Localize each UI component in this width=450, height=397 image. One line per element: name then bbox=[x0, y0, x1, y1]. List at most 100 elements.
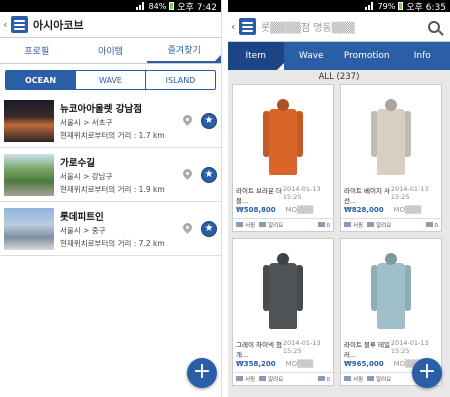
people-icon bbox=[259, 222, 267, 227]
add-fab-button[interactable]: + bbox=[187, 358, 217, 388]
back-icon[interactable]: ‹ bbox=[231, 20, 239, 33]
segment-ocean[interactable]: OCEAN bbox=[6, 71, 76, 89]
comment-count-label: 0 bbox=[326, 376, 331, 383]
coat-image bbox=[263, 99, 303, 179]
tab-item[interactable]: Item bbox=[228, 42, 284, 70]
store-distance: 현재위치로부터의 거리 : 1.9 km bbox=[60, 184, 165, 194]
product-title-row: 라이트 블루 테일러... 2014-01-13 15:25 bbox=[341, 339, 441, 359]
product-shop: MO▒▒▒ bbox=[285, 206, 314, 214]
tab-profile[interactable]: 프로필 bbox=[0, 38, 74, 63]
back-icon[interactable]: ‹ bbox=[3, 18, 11, 31]
store-location: 서울시 > 서초구 bbox=[60, 117, 113, 127]
comment-count[interactable]: 0 bbox=[317, 375, 331, 383]
product-price: ₩358,200 bbox=[236, 360, 276, 368]
store-name: 롯데피트인 bbox=[60, 211, 104, 223]
segment-island[interactable]: ISLAND bbox=[146, 71, 215, 89]
product-name: 라이트 블루 테일러... bbox=[344, 341, 390, 359]
product-image bbox=[341, 239, 441, 339]
clock: 오후 6:35 bbox=[406, 2, 446, 13]
tab-info[interactable]: Info bbox=[395, 42, 450, 70]
hanger-icon bbox=[344, 376, 351, 381]
comment-count[interactable]: 0 bbox=[317, 221, 331, 229]
store-name: 뉴코아아울렛 강남점 bbox=[60, 103, 142, 115]
search-icon[interactable] bbox=[428, 20, 440, 33]
action-a[interactable]: 서핑 bbox=[236, 221, 255, 229]
favorite-star-icon[interactable]: ★ bbox=[201, 220, 217, 237]
signal-icon bbox=[364, 2, 375, 10]
action-b[interactable]: 알려요 bbox=[367, 221, 391, 229]
product-name: 라이트 베이지 사선... bbox=[344, 187, 390, 205]
people-icon bbox=[367, 222, 375, 227]
product-price-row: ₩358,200 MO▒▒▒ bbox=[233, 359, 333, 369]
product-title-row: 라이트 베이지 사선... 2014-01-13 15:25 bbox=[341, 185, 441, 205]
product-name: 그레이 하이넥 첨개... bbox=[236, 341, 282, 359]
coat-image bbox=[371, 99, 411, 179]
store-location: 서울시 > 강남구 bbox=[60, 171, 113, 181]
comment-count-label: 0 bbox=[434, 222, 439, 229]
list-item[interactable]: 가로수길 서울시 > 강남구 현재위치로부터의 거리 : 1.9 km ★ bbox=[0, 148, 221, 202]
comment-count-label: 0 bbox=[326, 222, 331, 229]
product-image bbox=[233, 85, 333, 185]
map-pin-icon[interactable] bbox=[183, 223, 192, 234]
product-action-bar: 서핑 알려요 0 bbox=[233, 372, 333, 385]
page-title: 아시아코브 bbox=[33, 18, 84, 32]
add-fab-button[interactable]: + bbox=[412, 358, 442, 388]
tab-wave[interactable]: Wave bbox=[284, 42, 340, 70]
product-image bbox=[233, 239, 333, 339]
segment-wave[interactable]: WAVE bbox=[76, 71, 146, 89]
action-a[interactable]: 서핑 bbox=[236, 375, 255, 383]
map-pin-icon[interactable] bbox=[183, 115, 192, 126]
favorite-star-icon[interactable]: ★ bbox=[201, 112, 217, 129]
tab-promotion[interactable]: Promotion bbox=[339, 42, 395, 70]
battery-icon bbox=[398, 2, 404, 10]
store-info: 롯데피트인 서울시 > 중구 현재위치로부터의 거리 : 7.2 km bbox=[60, 209, 183, 249]
product-card[interactable]: 그레이 하이넥 첨개... 2014-01-13 15:25 ₩358,200 … bbox=[232, 238, 334, 386]
list-item[interactable]: 롯데피트인 서울시 > 중구 현재위치로부터의 거리 : 7.2 km ★ bbox=[0, 202, 221, 256]
battery-icon bbox=[169, 2, 175, 10]
store-thumbnail bbox=[4, 99, 54, 142]
product-card[interactable]: 라이트 브라운 더블... 2014-01-13 15:25 ₩508,800 … bbox=[232, 84, 334, 232]
product-shop: MO▒▒▒ bbox=[393, 206, 422, 214]
tab-items[interactable]: 아이템 bbox=[74, 38, 148, 63]
store-name: 가로수길 bbox=[60, 157, 95, 169]
coat-image bbox=[371, 253, 411, 333]
product-price: ₩508,800 bbox=[236, 206, 276, 214]
store-info: 가로수길 서울시 > 강남구 현재위치로부터의 거리 : 1.9 km bbox=[60, 155, 183, 195]
tab-favorites[interactable]: 즐겨찾기 bbox=[147, 38, 221, 63]
action-b[interactable]: 알려요 bbox=[259, 221, 283, 229]
store-thumbnail bbox=[4, 153, 54, 196]
product-action-bar: 서핑 알려요 0 bbox=[233, 218, 333, 231]
wave-logo-icon bbox=[239, 18, 256, 35]
signal-icon bbox=[135, 2, 146, 10]
battery-percent: 84% bbox=[148, 1, 167, 11]
action-a[interactable]: 서핑 bbox=[344, 221, 363, 229]
product-name: 라이트 브라운 더블... bbox=[236, 187, 282, 205]
store-distance: 현재위치로부터의 거리 : 1.7 km bbox=[60, 130, 165, 140]
people-icon bbox=[367, 376, 375, 381]
comment-icon bbox=[317, 221, 325, 227]
product-price-row: ₩508,800 MO▒▒▒ bbox=[233, 205, 333, 215]
product-date: 2014-01-13 15:25 bbox=[390, 185, 429, 201]
action-b[interactable]: 알려요 bbox=[367, 375, 391, 383]
product-card[interactable]: 라이트 베이지 사선... 2014-01-13 15:25 ₩828,000 … bbox=[340, 84, 442, 232]
comment-count[interactable]: 0 bbox=[425, 221, 439, 229]
action-b-label: 알려요 bbox=[268, 223, 284, 229]
product-price: ₩965,000 bbox=[344, 360, 384, 368]
product-price-row: ₩828,000 MO▒▒▒ bbox=[341, 205, 441, 215]
action-b-label: 알려요 bbox=[376, 223, 392, 229]
status-bar: 79% 오후 6:35 bbox=[228, 0, 450, 13]
action-b[interactable]: 알려요 bbox=[259, 375, 283, 383]
store-distance: 현재위치로부터의 거리 : 7.2 km bbox=[60, 238, 165, 248]
list-item[interactable]: 뉴코아아울렛 강남점 서울시 > 서초구 현재위치로부터의 거리 : 1.7 k… bbox=[0, 94, 221, 148]
right-screen: 79% 오후 6:35 ‹ 롯▒▒▒▒점 명동▒▒▒ Item Wave Pro… bbox=[228, 0, 450, 397]
store-title: 롯▒▒▒▒점 명동▒▒▒ bbox=[261, 23, 355, 34]
map-pin-icon[interactable] bbox=[183, 169, 192, 180]
action-a[interactable]: 서핑 bbox=[344, 375, 363, 383]
split-screenshot: 84% 오후 7:42 ‹ 아시아코브 프로필 아이템 즐겨찾기 OCEAN W… bbox=[0, 0, 450, 397]
action-a-label: 서핑 bbox=[245, 223, 256, 229]
favorite-star-icon[interactable]: ★ bbox=[201, 166, 217, 183]
product-image bbox=[341, 85, 441, 185]
action-a-label: 서핑 bbox=[353, 377, 364, 383]
product-date: 2014-01-13 15:25 bbox=[282, 339, 321, 355]
battery-percent: 79% bbox=[377, 1, 396, 11]
